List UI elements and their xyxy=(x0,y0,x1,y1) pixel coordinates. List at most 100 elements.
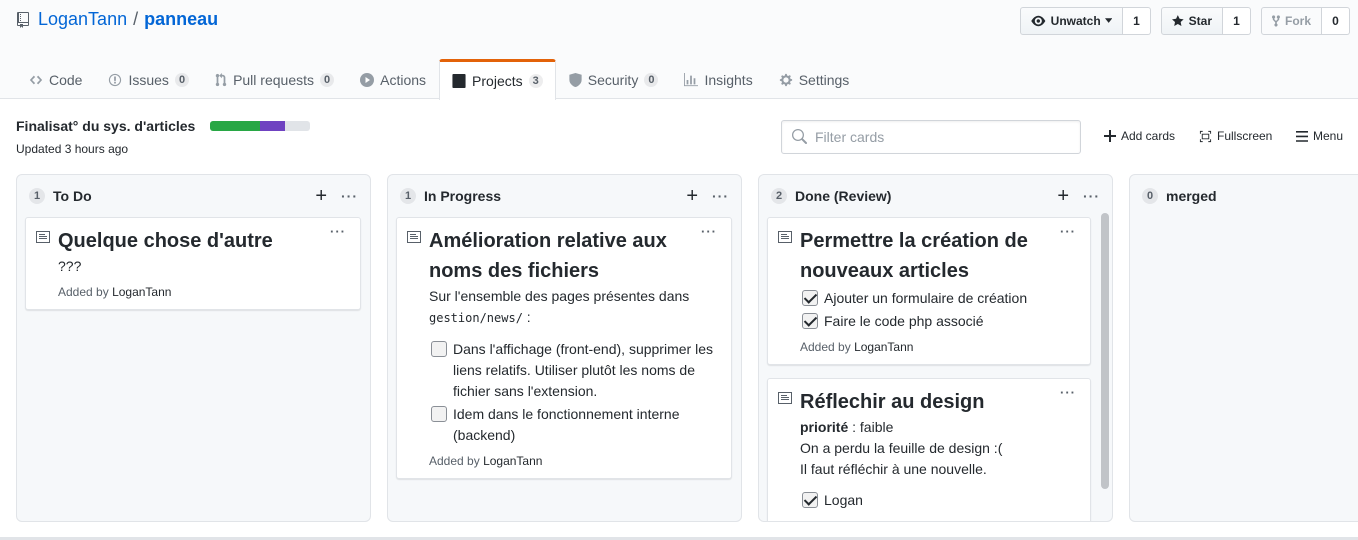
tab-code-label: Code xyxy=(49,71,83,88)
project-updated-time: Updated 3 hours ago xyxy=(16,142,129,156)
column-menu-button[interactable]: ··· xyxy=(712,188,729,204)
card-menu-button[interactable]: ··· xyxy=(330,224,346,239)
task-checkbox[interactable] xyxy=(431,406,447,422)
filter-cards-input[interactable]: Filter cards xyxy=(781,120,1081,154)
task-checkbox-checked[interactable] xyxy=(802,492,818,508)
added-by-user-link[interactable]: LoganTann xyxy=(854,340,913,354)
fork-button[interactable]: Fork xyxy=(1261,7,1322,35)
task-item: Faire le code php associé xyxy=(800,311,1080,332)
security-counter: 0 xyxy=(644,72,659,87)
column-header: 1 In Progress + ··· xyxy=(388,175,741,217)
repo-header: LoganTann / panneau Unwatch 1 Star 1 For… xyxy=(0,0,1358,100)
card-title: Quelque chose d'autre xyxy=(58,230,273,252)
add-card-button[interactable]: + xyxy=(1057,186,1069,206)
note-icon xyxy=(778,231,792,243)
tab-insights-label: Insights xyxy=(704,71,753,88)
unwatch-button[interactable]: Unwatch xyxy=(1020,7,1123,35)
column-title: In Progress xyxy=(424,188,502,204)
tab-security[interactable]: Security 0 xyxy=(556,59,672,99)
column-menu-button[interactable]: ··· xyxy=(341,188,358,204)
card-code: gestion/news/ xyxy=(429,311,523,325)
column-card-count: 0 xyxy=(1142,188,1158,204)
card[interactable]: ··· Réflechir au design priorité : faibl… xyxy=(767,378,1091,521)
repo-icon xyxy=(17,11,29,28)
tab-pull-requests[interactable]: Pull requests 0 xyxy=(202,59,347,99)
gear-icon xyxy=(779,73,792,86)
star-button[interactable]: Star xyxy=(1161,7,1223,35)
tab-settings-label: Settings xyxy=(798,71,850,88)
card-title: Permettre la création de nouveaux articl… xyxy=(800,230,1028,282)
watch-count[interactable]: 1 xyxy=(1123,7,1151,35)
column-header: 0 merged xyxy=(1130,175,1358,217)
task-checkbox-checked[interactable] xyxy=(802,290,818,306)
star-label: Star xyxy=(1188,14,1212,28)
column-header: 2 Done (Review) + ··· xyxy=(759,175,1112,217)
task-item: Ajouter un formulaire de création xyxy=(800,288,1080,309)
issues-counter: 0 xyxy=(174,72,190,87)
tab-actions[interactable]: Actions xyxy=(347,59,439,99)
add-card-button[interactable]: + xyxy=(315,186,327,206)
column-header: 1 To Do + ··· xyxy=(17,175,370,217)
card[interactable]: ··· Permettre la création de nouveaux ar… xyxy=(767,217,1091,365)
task-text: Ajouter un formulaire de création xyxy=(824,290,1028,306)
task-checkbox[interactable] xyxy=(431,341,447,357)
card-title: Amélioration relative aux noms des fichi… xyxy=(429,230,667,282)
card[interactable]: ··· Quelque chose d'autre ??? Added by L… xyxy=(25,217,361,310)
progress-in-progress-segment xyxy=(260,121,286,131)
tab-issues[interactable]: Issues 0 xyxy=(95,59,202,99)
star-icon xyxy=(1172,15,1184,26)
column-to-do: 1 To Do + ··· ··· Quelque chose d'autre … xyxy=(16,174,371,522)
repo-name-link[interactable]: panneau xyxy=(144,9,218,30)
column-scrollbar[interactable] xyxy=(1101,213,1109,489)
star-group: Star 1 xyxy=(1161,7,1251,35)
repo-nav-tabs: Code Issues 0 Pull requests 0 Actions Pr… xyxy=(16,59,862,100)
card-added-by: Added by LoganTann xyxy=(800,340,1080,354)
project-name: Finalisat° du sys. d'articles xyxy=(16,118,196,134)
card-menu-button[interactable]: ··· xyxy=(1060,224,1076,239)
tab-pull-requests-label: Pull requests xyxy=(233,71,314,88)
tab-projects[interactable]: Projects 3 xyxy=(439,59,556,100)
add-card-button[interactable]: + xyxy=(686,186,698,206)
repo-title: LoganTann / panneau xyxy=(16,9,218,30)
added-by-prefix: Added by xyxy=(58,285,109,299)
card-menu-button[interactable]: ··· xyxy=(701,224,717,239)
eye-icon xyxy=(1031,15,1046,27)
menu-button[interactable]: Menu xyxy=(1296,129,1343,143)
task-text: Logan xyxy=(824,492,863,508)
pull-request-icon xyxy=(215,72,227,86)
caret-down-icon xyxy=(1104,18,1112,23)
column-title: merged xyxy=(1166,188,1217,204)
menu-label: Menu xyxy=(1313,129,1344,143)
card-body-line: On a perdu la feuille de design :( xyxy=(800,440,1003,456)
tab-insights[interactable]: Insights xyxy=(671,59,765,99)
note-icon xyxy=(778,392,792,404)
card-menu-button[interactable]: ··· xyxy=(1060,385,1076,400)
column-menu-button[interactable]: ··· xyxy=(1083,188,1100,204)
added-by-user-link[interactable]: LoganTann xyxy=(483,454,542,468)
add-cards-button[interactable]: Add cards xyxy=(1104,129,1175,143)
added-by-user-link[interactable]: LoganTann xyxy=(112,285,171,299)
fullscreen-button[interactable]: Fullscreen xyxy=(1199,129,1272,143)
repo-owner-link[interactable]: LoganTann xyxy=(38,9,127,30)
card-title: Réflechir au design xyxy=(800,391,985,413)
card[interactable]: ··· Amélioration relative aux noms des f… xyxy=(396,217,732,479)
column-title: Done (Review) xyxy=(795,188,892,204)
project-progress-bar xyxy=(210,121,311,131)
note-icon xyxy=(407,231,421,243)
added-by-prefix: Added by xyxy=(800,340,851,354)
tab-issues-label: Issues xyxy=(128,71,169,88)
task-item: Idem dans le fonctionnement interne (bac… xyxy=(429,404,721,446)
card-priority: priorité : faible xyxy=(800,417,1080,438)
priority-label: priorité xyxy=(800,419,849,435)
column-title: To Do xyxy=(53,188,92,204)
tab-settings[interactable]: Settings xyxy=(766,59,863,99)
fork-count[interactable]: 0 xyxy=(1322,7,1350,35)
task-checkbox-checked[interactable] xyxy=(802,313,818,329)
issue-icon xyxy=(109,73,122,86)
tab-code[interactable]: Code xyxy=(16,59,95,99)
project-header: Finalisat° du sys. d'articles Updated 3 … xyxy=(16,118,311,156)
star-count[interactable]: 1 xyxy=(1223,7,1251,35)
task-text: Faire le code php associé xyxy=(824,313,984,329)
card-body: Sur l'ensemble des pages présentes dans xyxy=(429,288,690,304)
card-body-line: Il faut réfléchir à une nouvelle. xyxy=(800,461,987,477)
